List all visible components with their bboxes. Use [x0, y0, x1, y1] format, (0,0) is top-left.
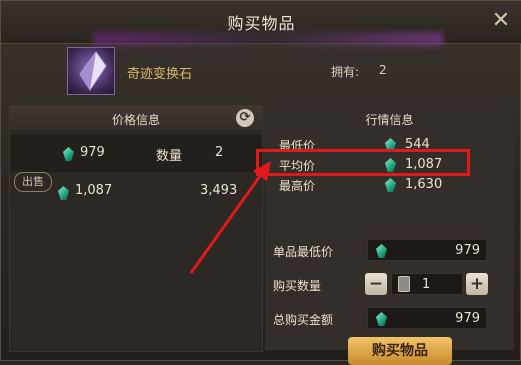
red-arrow	[189, 161, 271, 274]
purchase-dialog: 购买物品 ✕ 奇迹变换石 拥有: 2 价格信息 ⟳ 出售 979 数量 2 1,…	[0, 0, 521, 365]
